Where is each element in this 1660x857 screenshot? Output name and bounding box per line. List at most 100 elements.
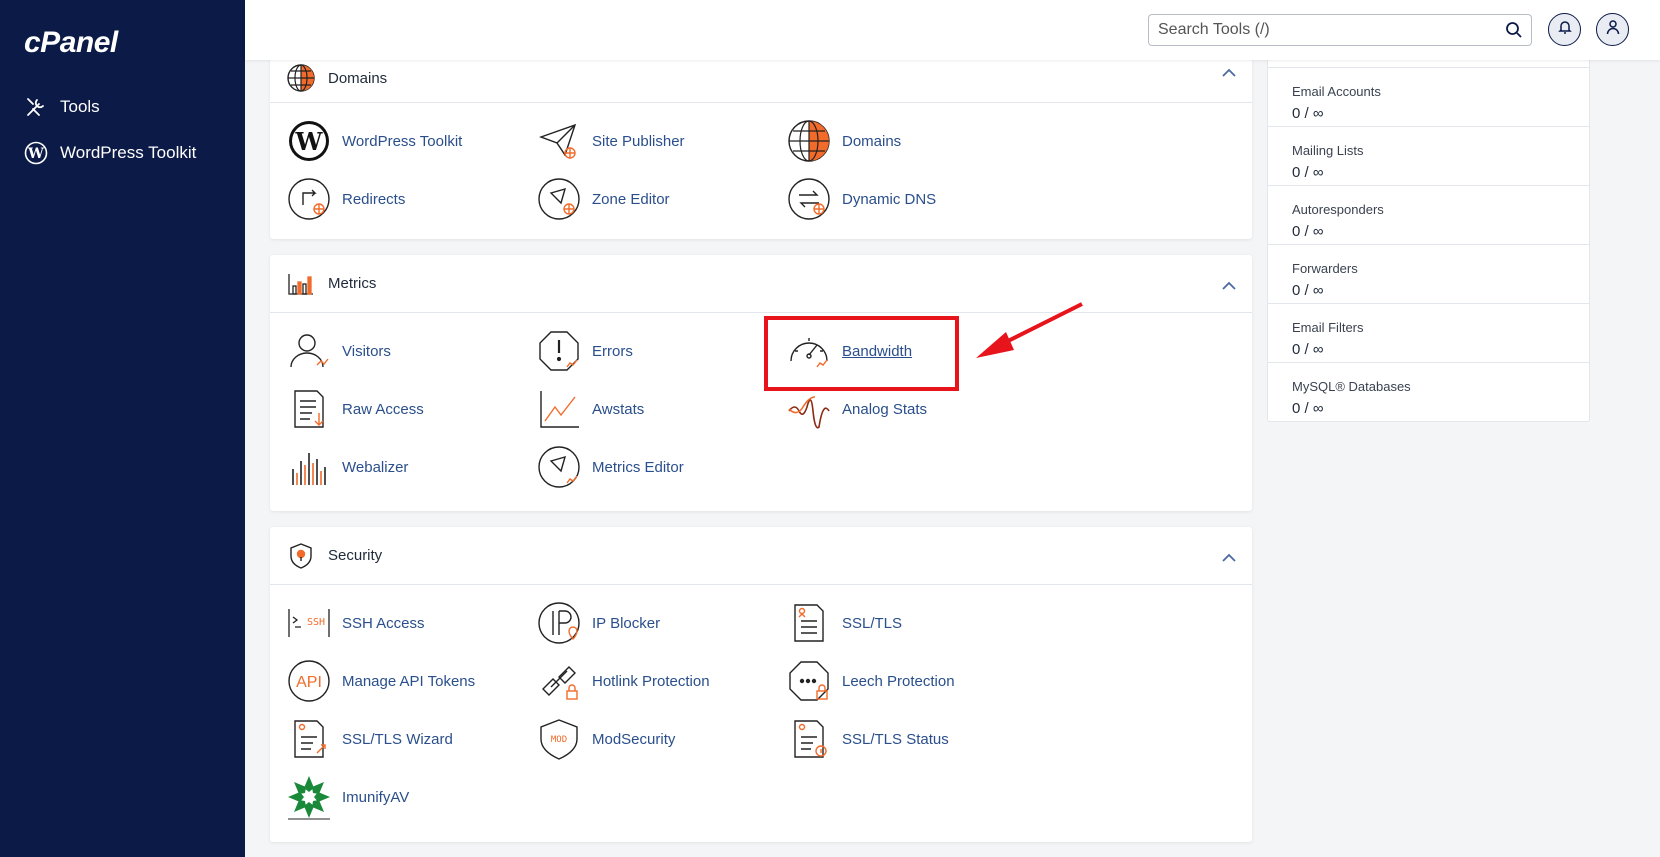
awstats-icon — [536, 386, 582, 432]
tool-raw-access[interactable]: Raw Access — [286, 386, 424, 432]
metrics-panel: Metrics Visitors Errors Bandwidth Raw Ac… — [270, 255, 1252, 511]
stat-label: Mailing Lists — [1292, 143, 1364, 158]
tool-awstats[interactable]: Awstats — [536, 386, 644, 432]
tool-redirects[interactable]: Redirects — [286, 176, 405, 222]
redirects-icon — [286, 176, 332, 222]
stat-value: 0 / ∞ — [1292, 282, 1324, 299]
search-input[interactable] — [1149, 15, 1489, 45]
tool-label: Leech Protection — [842, 672, 955, 690]
stat-label: MySQL® Databases — [1292, 379, 1411, 394]
stat-forwarders: Forwarders 0 / ∞ — [1268, 244, 1589, 303]
tool-ssl-tls-status[interactable]: SSL/TLS Status — [786, 716, 949, 762]
stats-panel: Email Accounts 0 / ∞ Mailing Lists 0 / ∞ A… — [1267, 60, 1590, 422]
panel-title: Metrics — [328, 275, 377, 292]
tool-imunifyav[interactable]: ImunifyAV — [286, 774, 409, 820]
tool-errors[interactable]: Errors — [536, 328, 633, 374]
user-menu-button[interactable] — [1596, 13, 1629, 46]
tool-ssl-tls[interactable]: SSL/TLS — [786, 600, 902, 646]
chevron-up-icon[interactable] — [1222, 64, 1236, 82]
stat-value: 0 / ∞ — [1292, 400, 1324, 417]
tool-label: SSL/TLS — [842, 614, 903, 632]
stat-label: Forwarders — [1292, 261, 1358, 276]
sidebar-item-label: WordPress Toolkit — [60, 143, 197, 162]
api-icon-text: API — [296, 674, 322, 691]
tool-ip-blocker[interactable]: IP Blocker — [536, 600, 660, 646]
metrics-panel-header[interactable]: Metrics — [270, 255, 1252, 313]
imunifyav-icon — [286, 774, 332, 820]
tool-label: IP Blocker — [592, 614, 661, 632]
mod-icon-text: MOD — [551, 735, 567, 745]
tool-label: Visitors — [342, 342, 391, 360]
stat-email-accounts: Email Accounts 0 / ∞ — [1268, 67, 1589, 126]
tool-label: Analog Stats — [842, 400, 928, 418]
tool-label: Bandwidth — [842, 342, 913, 360]
security-panel-header[interactable]: Security — [270, 527, 1252, 585]
tool-ssh-access[interactable]: SSH SSH Access — [286, 600, 425, 646]
tool-label: SSH Access — [342, 614, 425, 632]
tool-label: WordPress Toolkit — [342, 132, 463, 150]
sidebar-item-label: Tools — [60, 97, 100, 116]
stat-value: 0 / ∞ — [1292, 164, 1324, 181]
tool-label: Redirects — [342, 190, 406, 208]
dynamic-dns-icon — [786, 176, 832, 222]
ssl-tls-status-icon — [786, 716, 832, 762]
panel-title: Security — [328, 547, 383, 564]
stat-value: 0 / ∞ — [1292, 105, 1324, 122]
tool-domains[interactable]: Domains — [786, 118, 901, 164]
tool-metrics-editor[interactable]: Metrics Editor — [536, 444, 684, 490]
ssl-tls-icon — [786, 600, 832, 646]
modsecurity-icon: MOD — [536, 716, 582, 762]
visitors-icon — [286, 328, 332, 374]
svg-text:W: W — [27, 146, 44, 162]
notifications-button[interactable] — [1548, 13, 1581, 46]
ssh-icon-text: SSH — [307, 617, 325, 628]
api-tokens-icon: API — [286, 658, 332, 704]
stat-label: Autoresponders — [1292, 202, 1384, 217]
tool-bandwidth[interactable]: Bandwidth — [786, 328, 912, 374]
ip-blocker-icon — [536, 600, 582, 646]
wordpress-toolkit-icon: W — [286, 118, 332, 164]
tool-zone-editor[interactable]: Zone Editor — [536, 176, 670, 222]
tool-label: SSL/TLS Wizard — [342, 730, 453, 748]
cpanel-logo[interactable]: cPanel — [24, 26, 118, 60]
sidebar-item-tools[interactable]: Tools — [24, 95, 100, 119]
tool-modsecurity[interactable]: MOD ModSecurity — [536, 716, 675, 762]
tool-label: Awstats — [592, 400, 645, 418]
chevron-up-icon[interactable] — [1222, 277, 1236, 295]
user-icon — [1605, 19, 1621, 40]
tool-analog-stats[interactable]: Analog Stats — [786, 386, 927, 432]
tool-label: Dynamic DNS — [842, 190, 937, 208]
panel-title: Domains — [328, 69, 388, 87]
stat-mysql-databases: MySQL® Databases 0 / ∞ — [1268, 362, 1589, 421]
metrics-editor-icon — [536, 444, 582, 490]
stat-label: Email Accounts — [1292, 84, 1381, 99]
tool-label: SSL/TLS Status — [842, 730, 949, 748]
stat-autoresponders: Autoresponders 0 / ∞ — [1268, 185, 1589, 244]
tool-visitors[interactable]: Visitors — [286, 328, 391, 374]
tool-dynamic-dns[interactable]: Dynamic DNS — [786, 176, 936, 222]
search-icon[interactable] — [1505, 21, 1523, 44]
analog-stats-icon — [786, 386, 832, 432]
stat-mailing-lists: Mailing Lists 0 / ∞ — [1268, 126, 1589, 185]
search-box — [1148, 14, 1532, 46]
tool-site-publisher[interactable]: Site Publisher — [536, 118, 685, 164]
domains-globe-icon — [786, 118, 832, 164]
tool-label: Domains — [842, 132, 902, 150]
chevron-up-icon[interactable] — [1222, 549, 1236, 567]
security-panel: Security SSH SSH Access IP Blocker SSL/T… — [270, 527, 1252, 842]
tool-manage-api-tokens[interactable]: API Manage API Tokens — [286, 658, 475, 704]
tool-webalizer[interactable]: Webalizer — [286, 444, 408, 490]
tool-wordpress-toolkit[interactable]: W WordPress Toolkit — [286, 118, 462, 164]
tool-hotlink-protection[interactable]: Hotlink Protection — [536, 658, 710, 704]
sidebar-item-wordpress-toolkit[interactable]: W WordPress Toolkit — [24, 141, 196, 165]
errors-icon — [536, 328, 582, 374]
tool-label: ModSecurity — [592, 730, 676, 748]
stat-label: Email Filters — [1292, 320, 1364, 335]
security-shield-icon — [286, 541, 316, 571]
tool-label: Raw Access — [342, 400, 424, 418]
hotlink-protection-icon — [536, 658, 582, 704]
tool-leech-protection[interactable]: Leech Protection — [786, 658, 955, 704]
top-bar — [245, 0, 1660, 60]
raw-access-icon — [286, 386, 332, 432]
tool-ssl-tls-wizard[interactable]: SSL/TLS Wizard — [286, 716, 453, 762]
